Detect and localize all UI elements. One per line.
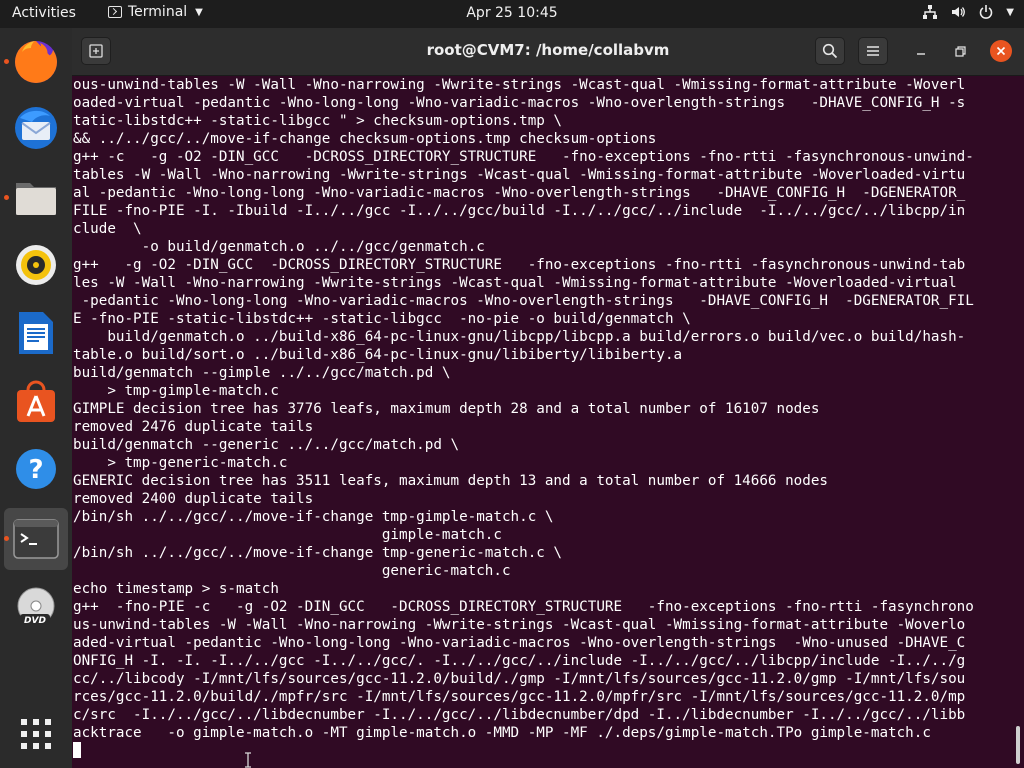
terminal-line: tatic-libstdc++ -static-libgcc " > check… bbox=[73, 113, 563, 129]
menu-button[interactable] bbox=[858, 37, 888, 65]
terminal-line: build/genmatch --gimple ../../gcc/match.… bbox=[73, 365, 451, 381]
dock: ? DVD bbox=[0, 28, 72, 768]
dock-software[interactable] bbox=[10, 375, 62, 427]
top-bar: Activities Terminal ▼ Apr 25 10:45 ▼ bbox=[0, 0, 1024, 28]
dock-show-applications[interactable] bbox=[10, 708, 62, 760]
terminal-line: table.o build/sort.o ../build-x86_64-pc-… bbox=[73, 347, 683, 363]
hamburger-menu-icon bbox=[867, 46, 879, 56]
firefox-icon bbox=[15, 41, 57, 83]
terminal-line: g++ -g -O2 -DIN_GCC -DCROSS_DIRECTORY_ST… bbox=[73, 257, 966, 273]
app-menu-label: Terminal bbox=[128, 4, 188, 20]
terminal-line: gimple-match.c bbox=[73, 527, 502, 543]
terminal-line: aded-virtual -pedantic -Wno-long-long -W… bbox=[73, 635, 966, 651]
terminal-line: rces/gcc-11.2.0/build/./mpfr/src -I/mnt/… bbox=[73, 689, 966, 705]
clock[interactable]: Apr 25 10:45 bbox=[466, 5, 557, 21]
dock-terminal[interactable] bbox=[10, 513, 62, 565]
software-icon bbox=[17, 380, 55, 422]
svg-text:?: ? bbox=[28, 455, 43, 485]
terminal-line: GENERIC decision tree has 3511 leafs, ma… bbox=[73, 473, 828, 489]
power-icon[interactable] bbox=[978, 4, 994, 20]
new-tab-button[interactable] bbox=[81, 37, 111, 65]
dock-writer[interactable] bbox=[10, 307, 62, 359]
terminal-line: -o build/genmatch.o ../../gcc/genmatch.c bbox=[73, 239, 485, 255]
maximize-button[interactable] bbox=[949, 40, 971, 62]
terminal-icon bbox=[13, 519, 59, 559]
terminal-line: cc/../libcody -I/mnt/lfs/sources/gcc-11.… bbox=[73, 671, 966, 687]
app-grid-icon bbox=[21, 719, 51, 749]
dvd-icon: DVD bbox=[17, 587, 55, 626]
files-icon bbox=[16, 183, 56, 215]
terminal-line: removed 2400 duplicate tails bbox=[73, 491, 314, 507]
chevron-down-icon: ▼ bbox=[195, 6, 203, 18]
close-icon bbox=[996, 46, 1006, 56]
minimize-button[interactable] bbox=[910, 40, 932, 62]
network-icon[interactable] bbox=[922, 4, 938, 20]
system-tray[interactable]: ▼ bbox=[922, 4, 1014, 20]
dock-dvd[interactable]: DVD bbox=[10, 582, 62, 634]
dock-rhythmbox[interactable] bbox=[10, 239, 62, 291]
help-icon: ? bbox=[16, 449, 56, 489]
terminal-line: -pedantic -Wno-long-long -Wno-variadic-m… bbox=[73, 293, 974, 309]
running-indicator bbox=[4, 195, 9, 200]
terminal-line: /bin/sh ../../gcc/../move-if-change tmp-… bbox=[73, 509, 554, 525]
close-button[interactable] bbox=[990, 40, 1012, 62]
terminal-line: ous-unwind-tables -W -Wall -Wno-narrowin… bbox=[73, 77, 966, 93]
terminal-line: g++ -c -g -O2 -DIN_GCC -DCROSS_DIRECTORY… bbox=[73, 149, 974, 165]
dock-firefox[interactable] bbox=[10, 36, 62, 88]
dock-help[interactable]: ? bbox=[10, 443, 62, 495]
terminal-line: al -pedantic -Wno-long-long -Wno-variadi… bbox=[73, 185, 966, 201]
dock-files[interactable] bbox=[10, 171, 62, 223]
terminal-line: build/genmatch --generic ../../gcc/match… bbox=[73, 437, 460, 453]
terminal-line: > tmp-gimple-match.c bbox=[73, 383, 279, 399]
terminal-prompt-line[interactable] bbox=[73, 742, 1013, 760]
scrollbar[interactable] bbox=[1016, 726, 1020, 764]
minimize-icon bbox=[917, 53, 925, 55]
terminal-line: ONFIG_H -I. -I. -I../../gcc -I../../gcc/… bbox=[73, 653, 966, 669]
running-indicator bbox=[4, 59, 9, 64]
terminal-line: removed 2476 duplicate tails bbox=[73, 419, 314, 435]
terminal-line: us-unwind-tables -W -Wall -Wno-narrowing… bbox=[73, 617, 966, 633]
terminal-line: && ../../gcc/../move-if-change checksum-… bbox=[73, 131, 657, 147]
terminal-line: E -fno-PIE -static-libstdc++ -static-lib… bbox=[73, 311, 691, 327]
app-menu[interactable]: Terminal ▼ bbox=[108, 4, 203, 20]
terminal-icon bbox=[108, 6, 122, 18]
terminal-line: acktrace -o gimple-match.o -MT gimple-ma… bbox=[73, 725, 931, 741]
terminal-line: oaded-virtual -pedantic -Wno-long-long -… bbox=[73, 95, 966, 111]
search-button[interactable] bbox=[815, 37, 845, 65]
terminal-cursor bbox=[73, 742, 81, 758]
terminal-line: generic-match.c bbox=[73, 563, 511, 579]
new-tab-icon bbox=[89, 44, 103, 58]
search-icon bbox=[822, 43, 838, 59]
volume-icon[interactable] bbox=[950, 4, 966, 20]
svg-text:DVD: DVD bbox=[24, 616, 46, 626]
terminal-line: FILE -fno-PIE -I. -Ibuild -I../../gcc -I… bbox=[73, 203, 966, 219]
thunderbird-icon bbox=[15, 107, 57, 149]
terminal-line: les -W -Wall -Wno-narrowing -Wwrite-stri… bbox=[73, 275, 957, 291]
terminal-line: build/genmatch.o ../build-x86_64-pc-linu… bbox=[73, 329, 966, 345]
terminal-line: g++ -fno-PIE -c -g -O2 -DIN_GCC -DCROSS_… bbox=[73, 599, 974, 615]
terminal-line: tables -W -Wall -Wno-narrowing -Wwrite-s… bbox=[73, 167, 966, 183]
dock-thunderbird[interactable] bbox=[10, 102, 62, 154]
rhythmbox-icon bbox=[16, 245, 56, 285]
window-header: root@CVM7: /home/collabvm bbox=[72, 28, 1024, 76]
terminal-line: c/src -I../../gcc/../libdecnumber -I../.… bbox=[73, 707, 966, 723]
terminal-line: echo timestamp > s-match bbox=[73, 581, 279, 597]
text-cursor-icon bbox=[245, 752, 251, 768]
writer-icon bbox=[19, 312, 53, 354]
chevron-down-icon[interactable]: ▼ bbox=[1006, 7, 1014, 18]
restore-icon bbox=[954, 45, 966, 57]
terminal-line: GIMPLE decision tree has 3776 leafs, max… bbox=[73, 401, 820, 417]
running-indicator bbox=[4, 536, 9, 541]
activities-button[interactable]: Activities bbox=[12, 5, 76, 21]
terminal-window: root@CVM7: /home/collabvm ous-unwind-tab… bbox=[72, 28, 1024, 768]
terminal-line: /bin/sh ../../gcc/../move-if-change tmp-… bbox=[73, 545, 563, 561]
terminal-line: clude \ bbox=[73, 221, 142, 237]
terminal-line: > tmp-generic-match.c bbox=[73, 455, 288, 471]
terminal-output[interactable]: ous-unwind-tables -W -Wall -Wno-narrowin… bbox=[73, 76, 1013, 768]
